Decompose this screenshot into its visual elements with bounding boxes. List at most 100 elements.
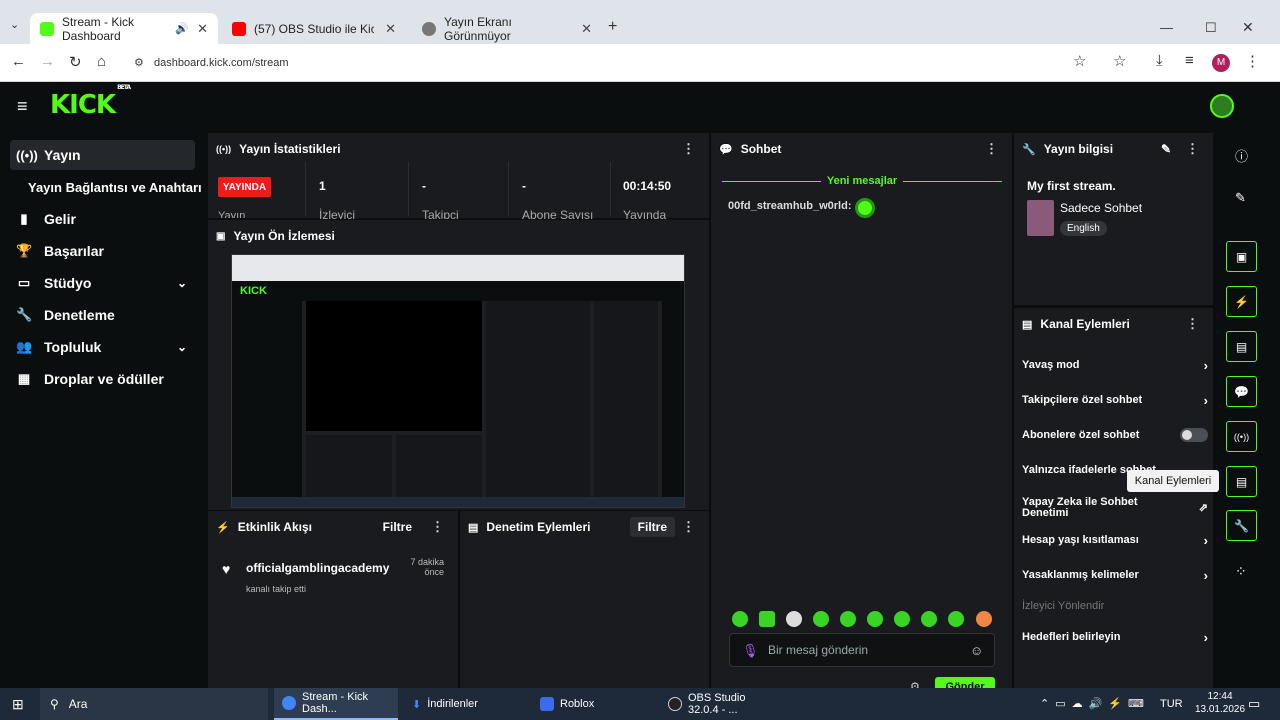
reload-icon[interactable]: ↻ <box>69 53 82 71</box>
category-name[interactable]: Sadece Sohbet <box>1060 201 1142 215</box>
subscribers-only-toggle[interactable] <box>1180 428 1208 442</box>
action-banned-words[interactable]: Yasaklanmış kelimeler › <box>1022 565 1208 585</box>
forward-icon[interactable]: → <box>40 53 55 70</box>
more-options-icon[interactable]: ⋮ <box>682 141 695 157</box>
taskbar-app-roblox[interactable]: Roblox <box>532 688 656 720</box>
more-options-icon[interactable]: ⋮ <box>1186 316 1199 332</box>
rail-stats-button[interactable]: ((•)) <box>1226 421 1257 452</box>
tab-search-icon[interactable]: ⌄ <box>10 18 19 31</box>
send-button[interactable]: Gönder <box>935 677 995 688</box>
close-tab-icon[interactable]: ✕ <box>385 21 396 37</box>
action-account-age[interactable]: Hesap yaşı kısıtlaması › <box>1022 530 1208 550</box>
maximize-icon[interactable]: ☐ <box>1205 20 1217 36</box>
sidebar-item-topluluk[interactable]: 👥 Topluluk ⌄ <box>10 332 195 362</box>
taskbar-search[interactable]: ⚲ Ara <box>40 688 268 720</box>
windows-start-icon[interactable]: ⊞ <box>12 696 24 713</box>
close-tab-icon[interactable]: ✕ <box>581 21 592 37</box>
action-ai-moderation[interactable]: Yapay Zeka ile Sohbet Denetimi ⇗ <box>1022 495 1208 521</box>
tab-youtube[interactable]: (57) OBS Studio ile Kick Yayını Nasıl ✕ <box>222 13 406 44</box>
site-info-icon[interactable]: ⚙ <box>134 50 144 76</box>
back-icon[interactable]: ← <box>11 53 26 70</box>
kick-logo[interactable]: KICKBETA <box>50 84 131 120</box>
microphone-icon[interactable]: 🎙 <box>742 643 759 659</box>
emote-icon[interactable] <box>786 611 802 627</box>
emote-icon[interactable] <box>732 611 748 627</box>
emote-icon[interactable] <box>948 611 964 627</box>
clock-date[interactable]: 13.01.2026 <box>1194 704 1246 715</box>
sidebar-item-basarilar[interactable]: 🏆 Başarılar <box>10 236 195 266</box>
profile-avatar[interactable]: M <box>1212 54 1230 72</box>
media-icon[interactable]: ≡ <box>1185 52 1194 69</box>
action-followers-only[interactable]: Takipçilere özel sohbet › <box>1022 390 1208 410</box>
sidebar-item-gelir[interactable]: ▮ Gelir <box>10 204 195 234</box>
rail-moderation-button[interactable]: ▤ <box>1226 331 1257 362</box>
info-icon[interactable]: ⓘ <box>1235 146 1248 165</box>
rail-channel-actions-button[interactable]: ▤ <box>1226 466 1257 497</box>
emote-icon[interactable] <box>759 611 775 627</box>
studio-icon: ▭ <box>17 275 31 290</box>
emote-icon[interactable] <box>921 611 937 627</box>
minimize-icon[interactable]: — <box>1160 20 1173 35</box>
close-tab-icon[interactable]: ✕ <box>197 21 208 37</box>
emoji-icon[interactable]: ☺ <box>970 643 983 658</box>
sidebar-item-droplar[interactable]: ▦ Droplar ve ödüller <box>10 364 195 394</box>
filter-button[interactable]: Filtre <box>383 520 412 534</box>
filter-button[interactable]: Filtre <box>629 517 675 537</box>
rail-preview-button[interactable]: ▣ <box>1226 241 1257 272</box>
emote-icon[interactable] <box>976 611 992 627</box>
user-avatar[interactable] <box>1210 94 1234 118</box>
language-indicator[interactable]: TUR <box>1160 698 1183 710</box>
notifications-icon[interactable]: ▭ <box>1248 696 1260 712</box>
edit-pencil-icon[interactable]: ✎ <box>1235 190 1246 206</box>
chat-message-input[interactable]: 🎙 Bir mesaj gönderin ☺ <box>729 633 995 667</box>
settings-gear-icon[interactable]: ⚙ <box>910 680 920 688</box>
stream-info-panel: 🔧 Yayın bilgisi ✎ ⋮ My first stream. Sad… <box>1014 133 1213 305</box>
sidebar-item-yayin[interactable]: ((•)) Yayın <box>10 140 195 170</box>
kick-favicon-icon <box>40 21 54 36</box>
taskbar-app-obs[interactable]: OBS Studio 32.0.4 - ... <box>660 688 784 720</box>
action-set-goals[interactable]: Hedefleri belirleyin › <box>1022 627 1208 647</box>
more-options-icon[interactable]: ⋮ <box>431 519 444 535</box>
more-options-icon[interactable]: ⋮ <box>985 141 998 157</box>
home-icon[interactable]: ⌂ <box>97 53 106 70</box>
close-window-icon[interactable]: ✕ <box>1242 19 1254 36</box>
sidebar-item-denetleme[interactable]: 🔧 Denetleme <box>10 300 195 330</box>
sidebar-item-stream-key[interactable]: Yayın Bağlantısı ve Anahtarı <box>10 172 205 202</box>
wrench-icon: 🔧 <box>1022 143 1036 156</box>
taskbar-app-downloads[interactable]: ⬇ İndirilenler <box>404 688 528 720</box>
clock-time[interactable]: 12:44 <box>1198 691 1242 702</box>
rail-chat-button[interactable]: 💬 <box>1226 376 1257 407</box>
browser-menu-icon[interactable]: ⋮ <box>1245 52 1260 70</box>
emote-icon[interactable] <box>867 611 883 627</box>
bookmarks-icon[interactable]: ☆ <box>1113 52 1126 70</box>
followers-stat: - Takipçi <box>422 179 459 219</box>
download-icon[interactable]: ⤓ <box>1156 52 1163 69</box>
activity-user[interactable]: officialgamblingacademy <box>246 561 389 575</box>
emote-icon[interactable] <box>813 611 829 627</box>
emote-icon[interactable] <box>894 611 910 627</box>
taskbar-app-chrome[interactable]: Stream - Kick Dash... <box>274 688 398 720</box>
more-widgets-icon[interactable]: ⁘ <box>1235 563 1247 580</box>
hamburger-menu-icon[interactable]: ≡ <box>17 96 28 117</box>
edit-pencil-icon[interactable]: ✎ <box>1161 142 1171 156</box>
rail-stream-info-button[interactable]: 🔧 <box>1226 510 1257 541</box>
new-tab-icon[interactable]: + <box>608 18 617 36</box>
tab-kick-dashboard[interactable]: Stream - Kick Dashboard 🔊 ✕ <box>30 13 218 44</box>
chat-message-user[interactable]: 00fd_streamhub_w0rld: <box>728 200 851 212</box>
system-tray-icons[interactable]: ⌃▭☁🔊⚡⌨ <box>1040 697 1150 710</box>
address-bar[interactable]: ⚙ dashboard.kick.com/stream <box>124 50 1260 76</box>
emote-icon[interactable] <box>840 611 856 627</box>
action-slow-mode[interactable]: Yavaş mod › <box>1022 355 1208 375</box>
tab-yayin-ekrani[interactable]: Yayın Ekranı Görünmüyor ✕ <box>412 13 602 44</box>
stream-preview-video[interactable]: KICK <box>231 254 685 508</box>
speaker-icon[interactable]: 🔊 <box>175 22 189 35</box>
globe-favicon-icon <box>422 21 436 36</box>
tooltip: Kanal Eylemleri <box>1127 470 1219 492</box>
rail-activity-button[interactable]: ⚡ <box>1226 286 1257 317</box>
bookmark-star-icon[interactable]: ☆ <box>1073 52 1086 70</box>
more-options-icon[interactable]: ⋮ <box>1186 141 1199 157</box>
sidebar-item-studyo[interactable]: ▭ Stüdyo ⌄ <box>10 268 195 298</box>
more-options-icon[interactable]: ⋮ <box>682 519 695 535</box>
action-subscribers-only[interactable]: Abonelere özel sohbet <box>1022 425 1208 445</box>
action-emotes-only[interactable]: Yalnızca ifadelerle sohbet <box>1022 460 1156 480</box>
